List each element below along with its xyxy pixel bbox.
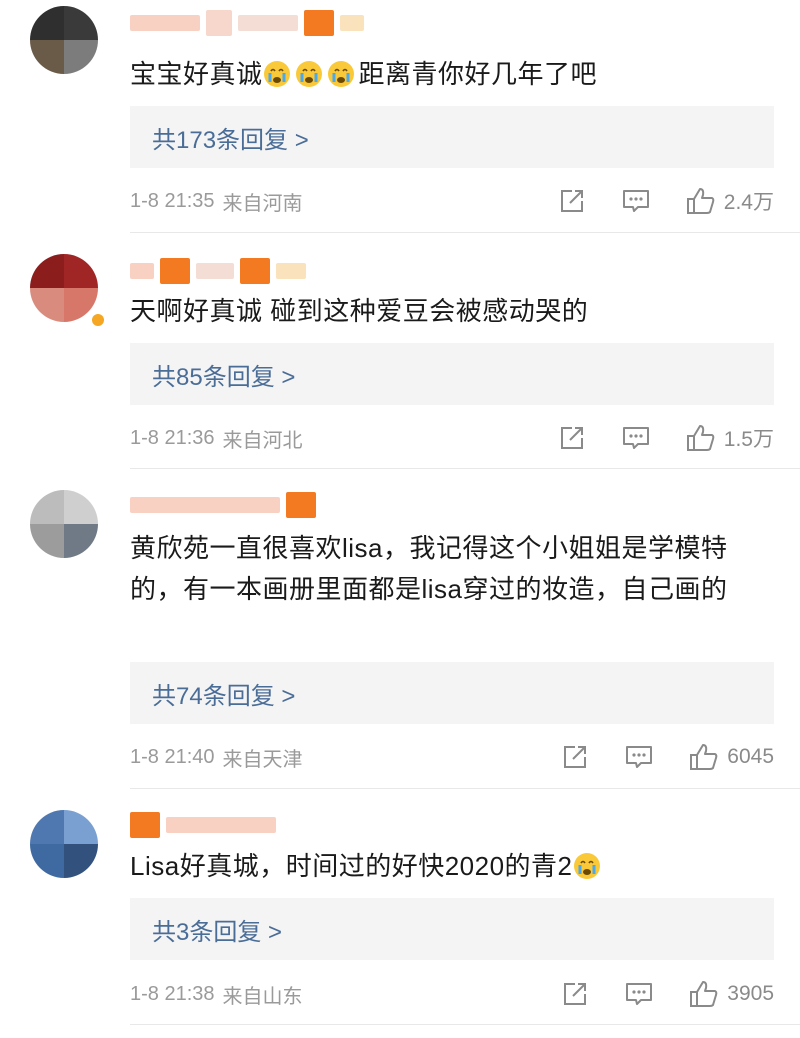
comment-time: 1-8 21:36: [130, 426, 215, 449]
comment-text-before: 黄欣苑一直很喜欢lisa，我记得这个小姐姐是学模特的，有一本画册里面都是lisa…: [130, 533, 728, 604]
comment-text: 宝宝好真诚 距离青你好几年了吧: [130, 54, 770, 95]
comment-actions: 6045: [561, 743, 774, 771]
like-button[interactable]: 3905: [689, 980, 774, 1008]
comment-icon: [622, 427, 649, 449]
comment-icon: [626, 983, 653, 1005]
thumbs-up-icon: [690, 981, 718, 1007]
like-count: 1.5万: [723, 428, 774, 451]
view-replies-button[interactable]: 共74条回复 >: [130, 662, 774, 724]
comment-text-before: Lisa好真城，时间过的好快2020的青2: [130, 851, 573, 881]
comment-icon: [622, 190, 649, 212]
comment-meta: 1-8 21:35 来自河南 2.4万: [130, 186, 774, 216]
comment-meta: 1-8 21:38 来自山东 3905: [130, 979, 774, 1009]
username[interactable]: [130, 810, 276, 840]
share-button[interactable]: [558, 425, 586, 451]
divider: [130, 1024, 800, 1025]
like-button[interactable]: 6045: [689, 743, 774, 771]
crying-face-icon: [573, 853, 600, 879]
comment-location: 来自山东: [222, 985, 303, 1008]
comment-time: 1-8 21:35: [130, 189, 215, 212]
comment-text-before: 宝宝好真诚: [130, 59, 263, 89]
view-replies-button[interactable]: 共85条回复 >: [130, 343, 774, 405]
share-icon: [564, 983, 587, 1005]
username[interactable]: [130, 490, 316, 520]
crying-face-icon: [295, 61, 322, 87]
comment-location: 来自河南: [222, 192, 303, 215]
share-icon: [560, 427, 583, 449]
share-button[interactable]: [561, 981, 589, 1007]
comment-location: 来自河北: [222, 429, 303, 452]
share-button[interactable]: [558, 188, 586, 214]
comment-actions: 3905: [561, 980, 774, 1008]
divider: [130, 468, 800, 469]
comment-button[interactable]: [622, 188, 650, 214]
avatar[interactable]: [30, 254, 98, 322]
comment-actions: 2.4万: [558, 186, 774, 216]
comment-text-before: 天啊好真诚 碰到这种爱豆会被感动哭的: [130, 296, 589, 326]
crying-face-icon: [327, 61, 354, 87]
comment-text: Lisa好真城，时间过的好快2020的青2: [130, 846, 770, 887]
thumbs-up-icon: [686, 188, 715, 214]
verified-badge-icon: [92, 314, 104, 326]
avatar[interactable]: [30, 6, 98, 74]
view-replies-button[interactable]: 共173条回复 >: [130, 106, 774, 168]
view-replies-button[interactable]: 共3条回复 >: [130, 898, 774, 960]
share-icon: [560, 190, 583, 212]
comment-text: 天啊好真诚 碰到这种爱豆会被感动哭的: [130, 291, 770, 332]
username[interactable]: [130, 256, 306, 286]
comment-time: 1-8 21:40: [130, 745, 215, 768]
comment-icon: [626, 746, 653, 768]
comment-button[interactable]: [622, 425, 650, 451]
share-button[interactable]: [561, 744, 589, 770]
avatar[interactable]: [30, 810, 98, 878]
username[interactable]: [130, 8, 364, 38]
comment-actions: 1.5万: [558, 423, 774, 453]
like-count: 3905: [727, 982, 774, 1005]
divider: [130, 232, 800, 233]
comment-meta: 1-8 21:36 来自河北 1.5万: [130, 423, 774, 453]
avatar[interactable]: [30, 490, 98, 558]
divider: [130, 788, 800, 789]
comment-meta: 1-8 21:40 来自天津 6045: [130, 742, 774, 772]
like-count: 6045: [727, 745, 774, 768]
comment-location: 来自天津: [222, 748, 303, 771]
thumbs-up-icon: [690, 744, 718, 770]
comment-button[interactable]: [625, 744, 653, 770]
comment-text-after: 距离青你好几年了吧: [358, 59, 598, 89]
crying-face-icon: [263, 61, 290, 87]
like-count: 2.4万: [723, 191, 774, 214]
comment-time: 1-8 21:38: [130, 982, 215, 1005]
like-button[interactable]: 2.4万: [686, 186, 774, 216]
share-icon: [564, 746, 587, 768]
comment-button[interactable]: [625, 981, 653, 1007]
like-button[interactable]: 1.5万: [686, 423, 774, 453]
comment-text: 黄欣苑一直很喜欢lisa，我记得这个小姐姐是学模特的，有一本画册里面都是lisa…: [130, 528, 770, 610]
thumbs-up-icon: [686, 425, 715, 451]
